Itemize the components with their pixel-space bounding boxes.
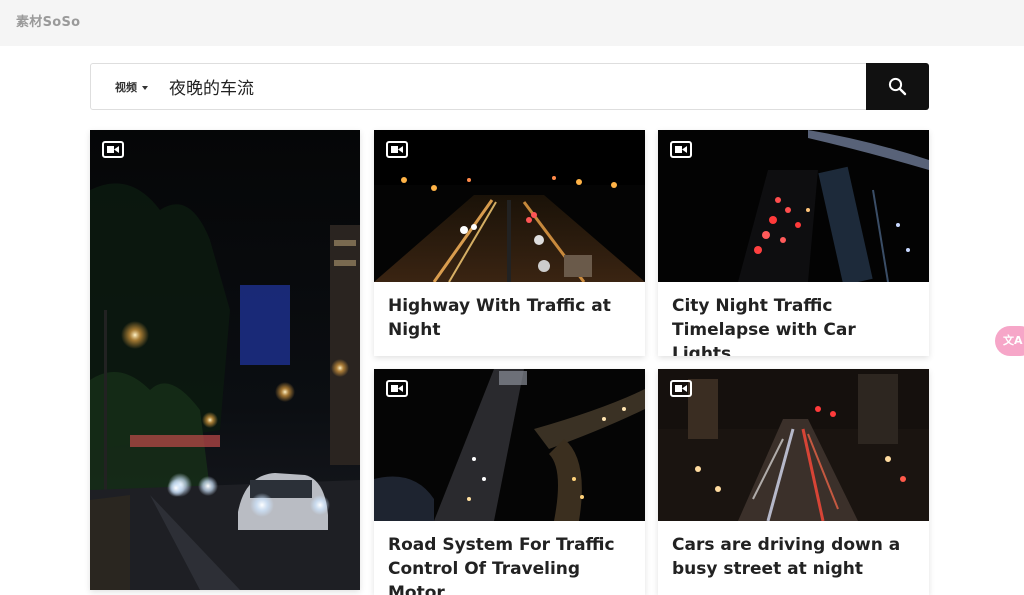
result-card-1[interactable] bbox=[90, 130, 360, 590]
site-logo[interactable]: 素材SoSo bbox=[16, 11, 80, 30]
media-type-select[interactable]: 视频 bbox=[115, 79, 148, 95]
video-thumbnail[interactable] bbox=[658, 369, 929, 521]
result-card-4[interactable]: Road System For Traffic Control Of Trave… bbox=[374, 369, 645, 595]
video-camera-icon bbox=[386, 380, 408, 397]
top-bar: 素材SoSo bbox=[0, 0, 1024, 46]
video-camera-icon bbox=[102, 141, 124, 158]
video-camera-icon bbox=[670, 380, 692, 397]
search-bar: 视频 bbox=[90, 63, 929, 110]
result-card-5[interactable]: Cars are driving down a busy street at n… bbox=[658, 369, 929, 595]
video-thumbnail[interactable] bbox=[374, 130, 645, 282]
video-thumbnail[interactable] bbox=[90, 130, 360, 590]
caret-down-icon bbox=[142, 86, 148, 90]
result-card-2[interactable]: Highway With Traffic at Night bbox=[374, 130, 645, 356]
result-title[interactable]: Highway With Traffic at Night bbox=[388, 294, 633, 342]
result-title[interactable]: Road System For Traffic Control Of Trave… bbox=[388, 533, 633, 595]
translate-icon: 文A bbox=[1003, 334, 1023, 347]
search-icon bbox=[888, 77, 907, 96]
result-card-3[interactable]: City Night Traffic Timelapse with Car Li… bbox=[658, 130, 929, 356]
video-camera-icon bbox=[670, 141, 692, 158]
video-thumbnail[interactable] bbox=[658, 130, 929, 282]
video-thumbnail[interactable] bbox=[374, 369, 645, 521]
search-button[interactable] bbox=[866, 63, 929, 110]
search-input[interactable] bbox=[169, 73, 849, 100]
translate-bubble[interactable]: 文A bbox=[995, 326, 1024, 356]
video-camera-icon bbox=[386, 141, 408, 158]
result-title[interactable]: City Night Traffic Timelapse with Car Li… bbox=[672, 294, 917, 356]
media-type-label: 视频 bbox=[115, 81, 137, 94]
